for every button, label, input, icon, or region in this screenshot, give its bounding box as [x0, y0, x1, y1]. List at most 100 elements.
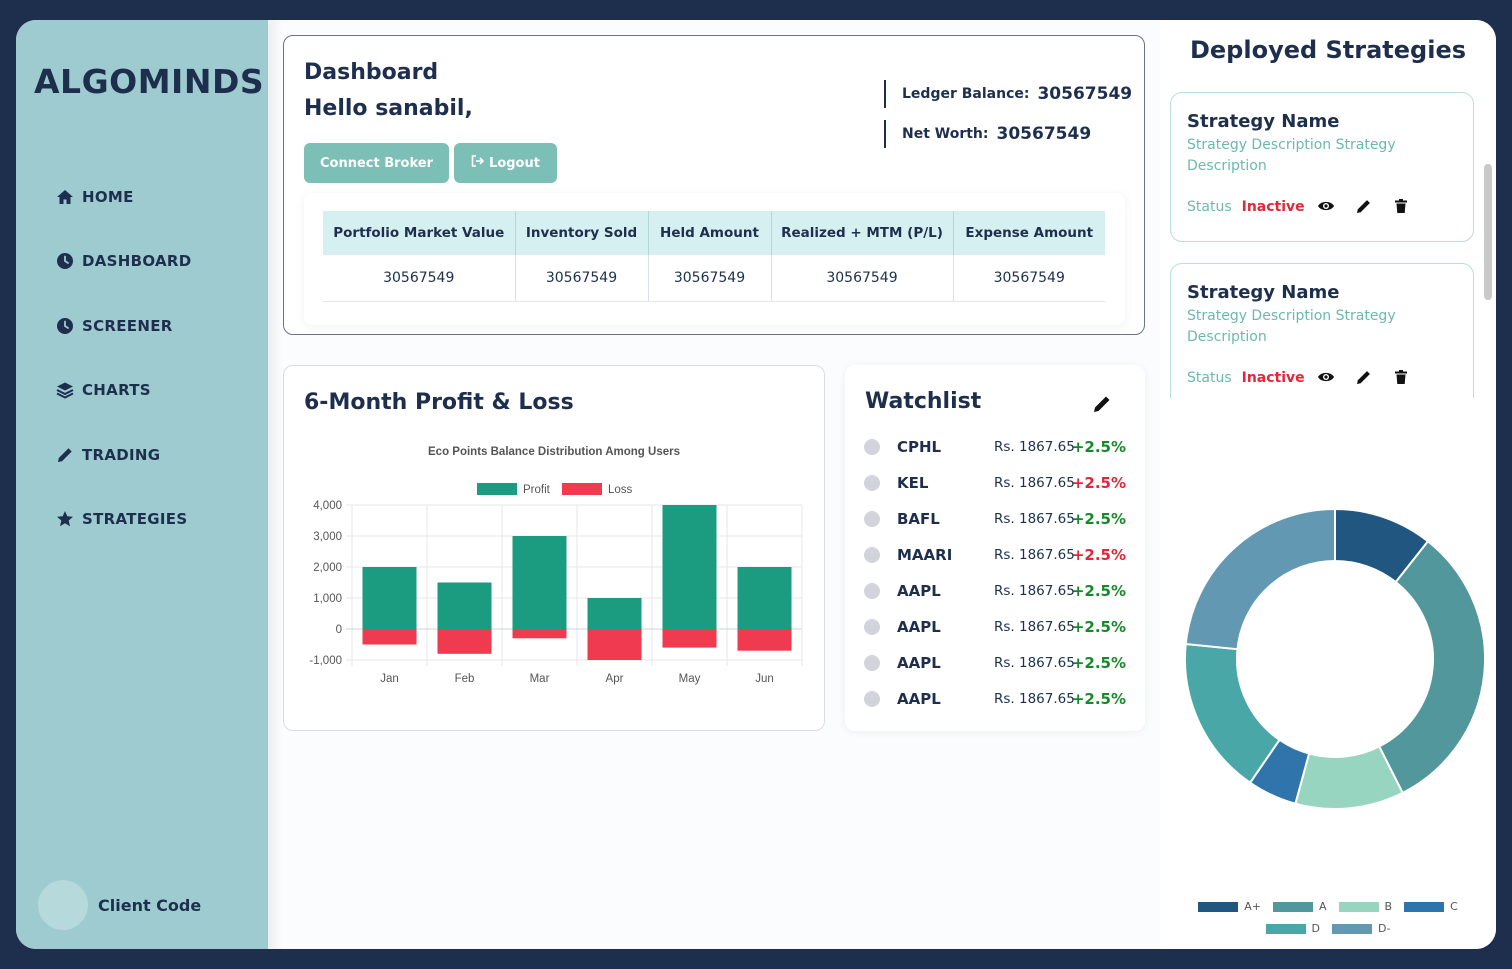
watchlist-item[interactable]: AAPL Rs. 1867.65 +2.5% — [864, 615, 1126, 639]
net-worth-value: 30567549 — [996, 124, 1092, 144]
edit-icon[interactable] — [1355, 368, 1373, 386]
y-tick-label: 0 — [336, 624, 342, 636]
loss-bar[interactable] — [587, 629, 642, 660]
loss-bar[interactable] — [737, 629, 792, 651]
watchlist-symbol: MAARI — [897, 546, 953, 564]
legend-item[interactable]: A — [1272, 900, 1327, 913]
profit-bar[interactable] — [437, 582, 492, 630]
y-tick-label: 1,000 — [313, 593, 342, 605]
x-tick-label: Jan — [380, 673, 399, 685]
loss-bar[interactable] — [512, 629, 567, 639]
delete-icon[interactable] — [1392, 368, 1410, 386]
legend-item[interactable]: B — [1338, 900, 1392, 913]
connect-broker-button[interactable]: Connect Broker — [304, 143, 449, 183]
rating-donut-chart — [1184, 507, 1486, 810]
app-window: ALGOMINDS HOME DASHBOARD SCREENER CHARTS — [16, 20, 1496, 949]
nav-item-dashboard[interactable]: DASHBOARD — [56, 247, 192, 275]
eye-icon[interactable] — [1317, 197, 1335, 215]
eye-icon[interactable] — [1317, 368, 1335, 386]
watchlist-item[interactable]: KEL Rs. 1867.65 +2.5% — [864, 471, 1126, 495]
table-header-row: Portfolio Market Value Inventory Sold He… — [323, 211, 1105, 255]
nav-label-strategies: STRATEGIES — [82, 510, 188, 528]
nav-item-screener[interactable]: SCREENER — [56, 312, 173, 340]
watchlist-price: Rs. 1867.65 — [994, 619, 1075, 635]
y-tick-label: 3,000 — [313, 531, 342, 543]
legend-label: Loss — [608, 484, 633, 496]
watchlist-change: +2.5% — [1071, 474, 1126, 492]
nav-item-charts[interactable]: CHARTS — [56, 376, 151, 404]
legend-item[interactable]: D — [1265, 922, 1320, 935]
legend-swatch — [1338, 901, 1379, 912]
col-portfolio-market-value: Portfolio Market Value — [323, 211, 516, 255]
table-cell: 30567549 — [648, 255, 772, 302]
legend-item[interactable]: C — [1404, 900, 1458, 913]
watchlist-dot — [864, 511, 880, 527]
watchlist-item[interactable]: BAFL Rs. 1867.65 +2.5% — [864, 507, 1126, 531]
edit-watchlist-icon[interactable] — [1091, 393, 1113, 415]
page-title: Dashboard — [304, 60, 439, 85]
chart-title: Eco Points Balance Distribution Among Us… — [428, 446, 680, 458]
watchlist-change: +2.5% — [1071, 582, 1126, 600]
nav-item-home[interactable]: HOME — [56, 183, 134, 211]
loss-bar[interactable] — [437, 629, 492, 654]
watchlist-item[interactable]: AAPL Rs. 1867.65 +2.5% — [864, 687, 1126, 711]
legend-item[interactable]: D- — [1332, 922, 1390, 935]
legend-label: C — [1450, 900, 1458, 913]
nav-label-trading: TRADING — [82, 446, 161, 464]
donut-slice[interactable] — [1184, 507, 1336, 651]
nav-label-charts: CHARTS — [82, 381, 151, 399]
watchlist-dot — [864, 619, 880, 635]
delete-icon[interactable] — [1392, 197, 1410, 215]
watchlist-price: Rs. 1867.65 — [994, 691, 1075, 707]
profit-bar[interactable] — [587, 598, 642, 629]
strategy-card: Strategy Name Strategy Description Strat… — [1170, 92, 1474, 242]
profit-bar[interactable] — [362, 567, 417, 629]
connect-broker-label: Connect Broker — [319, 155, 434, 171]
watchlist-card: Watchlist CPHL Rs. 1867.65 +2.5% KEL Rs. 186… — [845, 365, 1145, 731]
watchlist-dot — [864, 655, 880, 671]
nav-item-strategies[interactable]: STRATEGIES — [56, 505, 187, 533]
profit-bar[interactable] — [737, 567, 792, 629]
deployed-strategies-title: Deployed Strategies — [1189, 36, 1467, 64]
x-tick-label: Mar — [530, 673, 550, 685]
watchlist-dot — [864, 547, 880, 563]
y-tick-label: 2,000 — [313, 562, 342, 574]
profit-loss-title: 6-Month Profit & Loss — [304, 390, 574, 415]
watchlist-symbol: CPHL — [897, 438, 942, 456]
watchlist-symbol: AAPL — [897, 582, 941, 600]
x-tick-label: Jun — [755, 673, 774, 685]
watchlist-price: Rs. 1867.65 — [994, 439, 1075, 455]
loss-bar[interactable] — [362, 629, 417, 645]
legend-row: D D- — [1160, 922, 1496, 935]
ledger-balance-label: Ledger Balance: — [902, 86, 1030, 102]
watchlist-price: Rs. 1867.65 — [994, 475, 1075, 491]
legend-label: A+ — [1244, 900, 1261, 913]
watchlist-item[interactable]: CPHL Rs. 1867.65 +2.5% — [864, 435, 1126, 459]
nav-label-dashboard: DASHBOARD — [82, 252, 192, 270]
donut-slice[interactable] — [1184, 642, 1281, 785]
loss-bar[interactable] — [662, 629, 717, 648]
watchlist-item[interactable]: AAPL Rs. 1867.65 +2.5% — [864, 579, 1126, 603]
profit-bar[interactable] — [662, 505, 717, 629]
legend-item[interactable]: A+ — [1198, 900, 1261, 913]
x-tick-label: Apr — [606, 673, 624, 685]
profit-bar[interactable] — [512, 536, 567, 629]
watchlist-dot — [864, 691, 880, 707]
watchlist-item[interactable]: AAPL Rs. 1867.65 +2.5% — [864, 651, 1126, 675]
brand-logo: ALGOMINDS — [34, 62, 265, 101]
strategy-list[interactable]: Strategy Name Strategy Description Strat… — [1160, 90, 1496, 398]
watchlist-title: Watchlist — [865, 389, 982, 414]
watchlist-item[interactable]: MAARI Rs. 1867.65 +2.5% — [864, 543, 1126, 567]
nav-item-trading[interactable]: TRADING — [56, 441, 160, 469]
legend-swatch — [1404, 901, 1445, 912]
strategy-scrollbar[interactable] — [1484, 164, 1492, 300]
strategy-name: Strategy Name — [1187, 282, 1340, 303]
net-worth: Net Worth: 30567549 — [884, 120, 1091, 148]
layers-icon — [56, 381, 74, 399]
logout-button[interactable]: Logout — [454, 143, 557, 183]
sidebar: ALGOMINDS HOME DASHBOARD SCREENER CHARTS — [16, 20, 268, 949]
edit-icon[interactable] — [1355, 197, 1373, 215]
client-profile[interactable]: Client Code — [38, 880, 201, 930]
watchlist-change: +2.5% — [1071, 510, 1126, 528]
portfolio-table-card: Portfolio Market Value Inventory Sold He… — [304, 193, 1125, 325]
